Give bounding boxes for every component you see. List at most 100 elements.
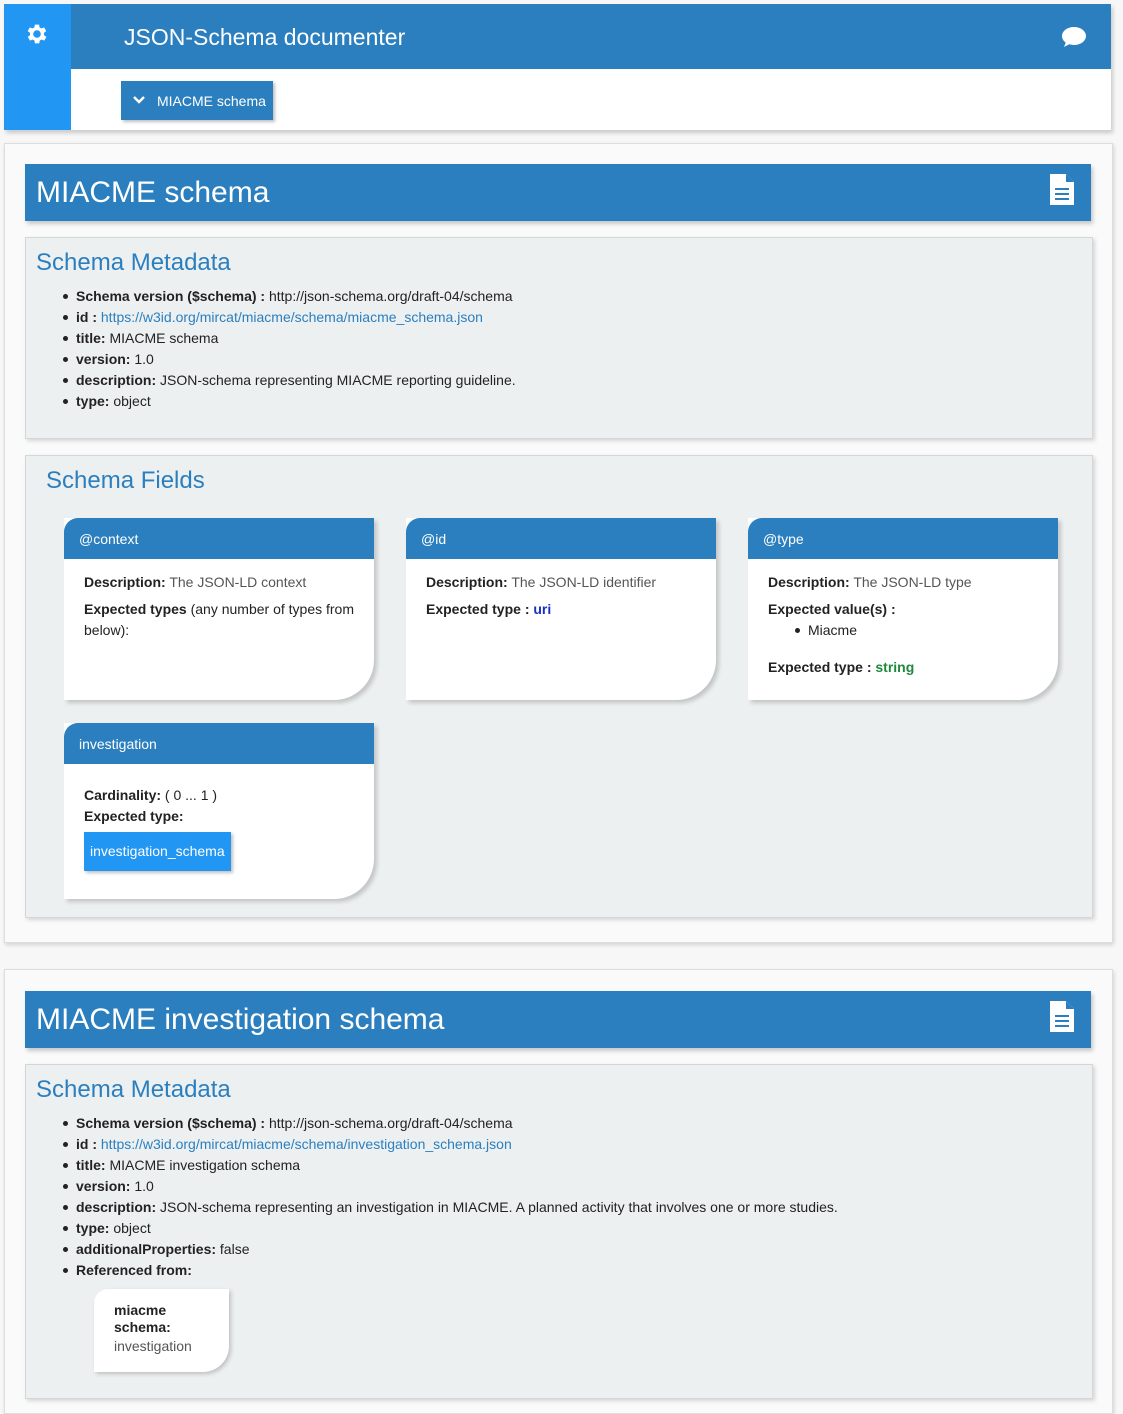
schema-panel-miacme: MIACME schema Schema Metadata Schema ver…	[4, 143, 1113, 943]
metadata-key: Schema version ($schema) :	[76, 1115, 266, 1131]
metadata-key: title:	[76, 1157, 106, 1173]
schema-title: MIACME schema	[36, 176, 270, 209]
schema-title: MIACME investigation schema	[36, 1003, 445, 1036]
field-description: Description: The JSON-LD identifier	[426, 572, 696, 593]
metadata-key: type:	[76, 393, 110, 409]
field-value: ( 0 ... 1 )	[164, 787, 218, 803]
metadata-heading: Schema Metadata	[36, 249, 231, 276]
ref-schema-label: schema:	[114, 1319, 171, 1335]
metadata-referenced-from: Referenced from:	[63, 1260, 838, 1281]
document-icon[interactable]	[1050, 174, 1074, 205]
metadata-heading: Schema Metadata	[36, 1076, 231, 1103]
field-card-header: @type	[748, 518, 1058, 559]
schema-banner: MIACME investigation schema	[25, 991, 1091, 1048]
gear-icon[interactable]	[24, 21, 50, 47]
app-header: JSON-Schema documenter MIACME schema	[4, 4, 1111, 130]
schema-metadata-box: Schema Metadata Schema version ($schema)…	[25, 1064, 1093, 1399]
metadata-description: description: JSON-schema representing MI…	[63, 370, 516, 391]
field-expected-values: Expected value(s) :	[768, 599, 1038, 620]
field-card-body: Description: The JSON-LD identifier Expe…	[406, 559, 716, 620]
metadata-title: title: MIACME investigation schema	[63, 1155, 838, 1176]
field-key: Cardinality:	[84, 787, 162, 803]
metadata-value: 1.0	[134, 1178, 154, 1194]
metadata-key: id :	[76, 309, 97, 325]
metadata-value: object	[113, 393, 151, 409]
document-icon[interactable]	[1050, 1001, 1074, 1032]
field-key: Description:	[768, 574, 850, 590]
field-expected-types: Expected types (any number of types from…	[84, 599, 354, 641]
metadata-value: JSON-schema representing MIACME reportin…	[160, 372, 516, 388]
metadata-value: 1.0	[134, 351, 154, 367]
field-expected-type: Expected type : uri	[426, 599, 696, 620]
ref-schema-name: miacme	[114, 1302, 167, 1318]
investigation-schema-button[interactable]: investigation_schema	[84, 832, 231, 871]
field-value: Miacme	[808, 622, 858, 638]
metadata-type: type: object	[63, 1218, 838, 1239]
metadata-list: Schema version ($schema) : http://json-s…	[63, 1113, 838, 1281]
field-card-context: @context Description: The JSON-LD contex…	[64, 518, 374, 700]
metadata-list: Schema version ($schema) : http://json-s…	[63, 286, 516, 412]
field-value: The JSON-LD context	[169, 574, 307, 590]
settings-sidebar[interactable]	[4, 4, 71, 130]
metadata-additional-properties: additionalProperties: false	[63, 1239, 838, 1260]
metadata-version: version: 1.0	[63, 349, 516, 370]
metadata-id: id : https://w3id.org/mircat/miacme/sche…	[63, 307, 516, 328]
fields-heading: Schema Fields	[46, 467, 205, 494]
schema-dropdown[interactable]: MIACME schema	[121, 81, 273, 120]
metadata-type: type: object	[63, 391, 516, 412]
metadata-key: version:	[76, 1178, 131, 1194]
metadata-schema-version: Schema version ($schema) : http://json-s…	[63, 1113, 838, 1134]
field-card-header: @context	[64, 518, 374, 559]
field-cardinality: Cardinality: ( 0 ... 1 )	[84, 785, 354, 806]
field-description: Description: The JSON-LD context	[84, 572, 354, 593]
metadata-key: additionalProperties:	[76, 1241, 217, 1257]
field-card-body: Description: The JSON-LD context Expecte…	[64, 559, 374, 641]
metadata-value: false	[219, 1241, 250, 1257]
metadata-title: title: MIACME schema	[63, 328, 516, 349]
metadata-key: description:	[76, 372, 157, 388]
type-uri: uri	[533, 601, 552, 617]
app-title: JSON-Schema documenter	[124, 24, 406, 50]
field-key: Description:	[426, 574, 508, 590]
metadata-key: type:	[76, 1220, 110, 1236]
chat-icon[interactable]	[1061, 26, 1087, 48]
field-card-header: @id	[406, 518, 716, 559]
metadata-value: MIACME investigation schema	[109, 1157, 301, 1173]
metadata-value: http://json-schema.org/draft-04/schema	[268, 1115, 513, 1131]
metadata-key: title:	[76, 330, 106, 346]
field-expected-type: Expected type:	[84, 806, 354, 827]
field-key: Description:	[84, 574, 166, 590]
metadata-id: id : https://w3id.org/mircat/miacme/sche…	[63, 1134, 838, 1155]
dropdown-label: MIACME schema	[157, 93, 266, 109]
field-value: The JSON-LD identifier	[511, 574, 657, 590]
metadata-value: http://json-schema.org/draft-04/schema	[268, 288, 513, 304]
field-key: Expected types	[84, 601, 187, 617]
title-bar: JSON-Schema documenter	[71, 4, 1111, 69]
schema-id-link[interactable]: https://w3id.org/mircat/miacme/schema/in…	[101, 1136, 512, 1152]
field-card-body: Cardinality: ( 0 ... 1 ) Expected type: …	[64, 764, 374, 871]
type-string: string	[875, 659, 915, 675]
schema-metadata-box: Schema Metadata Schema version ($schema)…	[25, 237, 1093, 439]
expected-value-item: Miacme	[768, 620, 1038, 641]
metadata-key: id :	[76, 1136, 97, 1152]
metadata-value: object	[113, 1220, 151, 1236]
schema-fields-box: Schema Fields @context Description: The …	[25, 455, 1093, 918]
field-card-id: @id Description: The JSON-LD identifier …	[406, 518, 716, 700]
bullet	[795, 628, 800, 633]
metadata-description: description: JSON-schema representing an…	[63, 1197, 838, 1218]
field-card-investigation: investigation Cardinality: ( 0 ... 1 ) E…	[64, 723, 374, 899]
metadata-key: description:	[76, 1199, 157, 1215]
field-key: Expected type :	[768, 659, 872, 675]
field-expected-type: Expected type : string	[768, 657, 1038, 678]
field-key: Expected value(s) :	[768, 601, 896, 617]
referenced-from-card[interactable]: miacme schema: investigation	[94, 1289, 229, 1372]
schema-id-link[interactable]: https://w3id.org/mircat/miacme/schema/mi…	[101, 309, 483, 325]
field-key: Expected type:	[84, 808, 184, 824]
field-card-header: investigation	[64, 723, 374, 764]
metadata-value: JSON-schema representing an investigatio…	[160, 1199, 838, 1215]
schema-banner: MIACME schema	[25, 164, 1091, 221]
field-card-body: Description: The JSON-LD type Expected v…	[748, 559, 1058, 678]
metadata-version: version: 1.0	[63, 1176, 838, 1197]
ref-field-name: investigation	[114, 1338, 192, 1354]
chevron-down-icon	[133, 96, 145, 104]
